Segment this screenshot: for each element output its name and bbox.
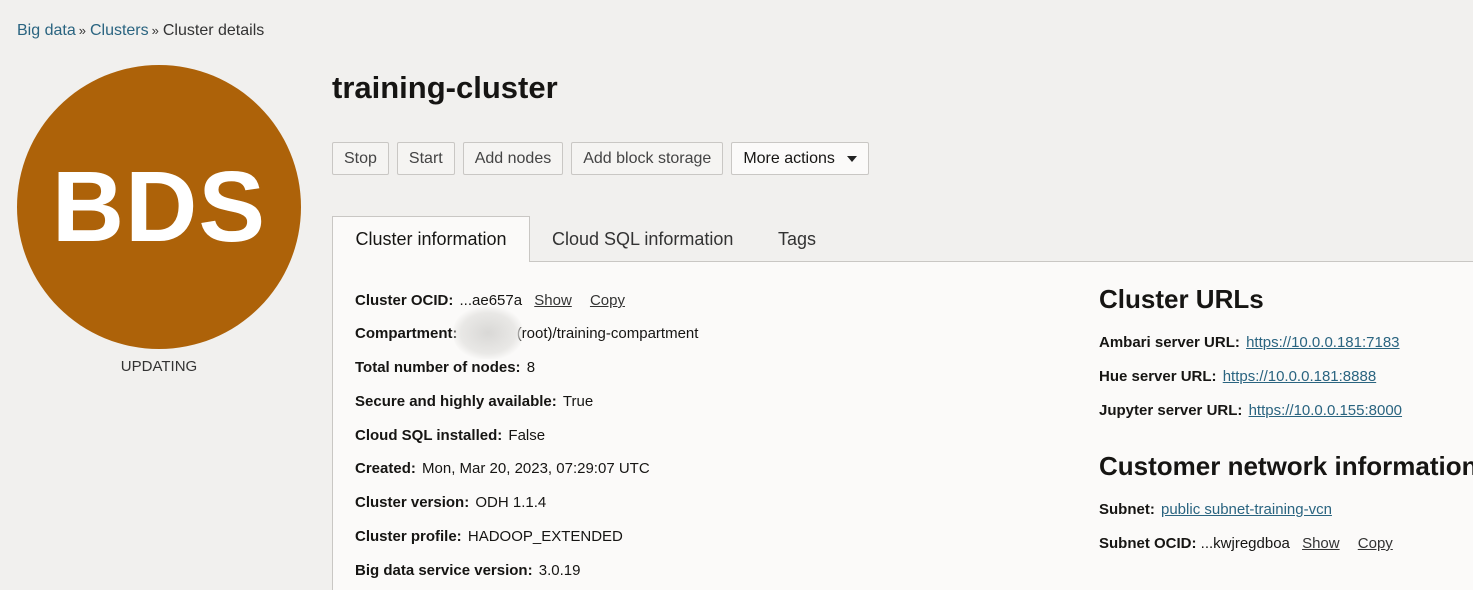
cluster-profile-label: Cluster profile: bbox=[355, 528, 462, 545]
more-actions-button[interactable]: More actions bbox=[731, 142, 869, 175]
cloud-sql-label: Cloud SQL installed: bbox=[355, 427, 503, 444]
page-title: training-cluster bbox=[332, 70, 558, 105]
tab-cloud-sql-information[interactable]: Cloud SQL information bbox=[552, 216, 733, 262]
stop-button[interactable]: Stop bbox=[332, 142, 389, 175]
tab-bar: Cluster information Cloud SQL informatio… bbox=[332, 216, 1473, 263]
breadcrumb-clusters-link[interactable]: Clusters bbox=[90, 22, 149, 39]
total-nodes-field: Total number of nodes: 8 bbox=[355, 359, 535, 376]
subnet-label: Subnet: bbox=[1099, 501, 1155, 518]
compartment-value: (root)/training-compartment bbox=[516, 325, 699, 342]
cluster-version-label: Cluster version: bbox=[355, 494, 470, 511]
cluster-version-value: ODH 1.1.4 bbox=[475, 494, 547, 511]
hue-url-field: Hue server URL: https://10.0.0.181:8888 bbox=[1099, 368, 1376, 385]
breadcrumb-separator: » bbox=[151, 23, 159, 38]
caret-down-icon bbox=[846, 155, 857, 162]
cluster-ocid-label: Cluster OCID: bbox=[355, 292, 454, 309]
cluster-ocid-copy-link[interactable]: Copy bbox=[590, 292, 625, 309]
cluster-profile-value: HADOOP_EXTENDED bbox=[467, 528, 623, 545]
subnet-field: Subnet: public subnet-training-vcn bbox=[1099, 501, 1332, 518]
redaction-blur bbox=[453, 307, 523, 359]
network-heading: Customer network information bbox=[1099, 451, 1473, 481]
cluster-badge: BDS bbox=[17, 65, 301, 349]
hue-url-link[interactable]: https://10.0.0.181:8888 bbox=[1223, 368, 1376, 385]
jupyter-url-field: Jupyter server URL: https://10.0.0.155:8… bbox=[1099, 402, 1402, 419]
add-nodes-button[interactable]: Add nodes bbox=[462, 142, 564, 175]
ambari-url-field: Ambari server URL: https://10.0.0.181:71… bbox=[1099, 334, 1400, 351]
compartment-field: Compartment: (root)/training-compartment bbox=[355, 325, 698, 342]
badge-text: BDS bbox=[51, 151, 267, 263]
subnet-ocid-label: Subnet OCID: bbox=[1099, 535, 1197, 552]
subnet-ocid-value: ...kwjregdboa bbox=[1200, 535, 1290, 552]
bds-version-value: 3.0.19 bbox=[538, 562, 581, 579]
subnet-ocid-copy-link[interactable]: Copy bbox=[1358, 535, 1393, 552]
jupyter-url-label: Jupyter server URL: bbox=[1099, 402, 1243, 419]
created-field: Created: Mon, Mar 20, 2023, 07:29:07 UTC bbox=[355, 460, 650, 477]
ambari-url-link[interactable]: https://10.0.0.181:7183 bbox=[1246, 334, 1399, 351]
created-label: Created: bbox=[355, 460, 416, 477]
subnet-link[interactable]: public subnet-training-vcn bbox=[1161, 501, 1332, 518]
breadcrumb: Big data» Clusters» Cluster details bbox=[17, 22, 264, 40]
add-block-storage-button[interactable]: Add block storage bbox=[571, 142, 724, 175]
subnet-ocid-field: Subnet OCID: ...kwjregdboa Show Copy bbox=[1099, 535, 1393, 552]
bds-version-field: Big data service version: 3.0.19 bbox=[355, 562, 580, 579]
created-value: Mon, Mar 20, 2023, 07:29:07 UTC bbox=[422, 460, 650, 477]
status-label: UPDATING bbox=[120, 358, 198, 375]
action-toolbar: Stop Start Add nodes Add block storage M… bbox=[332, 142, 869, 175]
breadcrumb-big-data-link[interactable]: Big data bbox=[17, 22, 76, 39]
cluster-profile-field: Cluster profile: HADOOP_EXTENDED bbox=[355, 528, 623, 545]
cloud-sql-field: Cloud SQL installed: False bbox=[355, 427, 545, 444]
total-nodes-value: 8 bbox=[526, 359, 536, 376]
cluster-version-field: Cluster version: ODH 1.1.4 bbox=[355, 494, 546, 511]
tab-cluster-information[interactable]: Cluster information bbox=[332, 216, 530, 263]
cluster-ocid-show-link[interactable]: Show bbox=[534, 292, 572, 309]
secure-ha-label: Secure and highly available: bbox=[355, 393, 557, 410]
total-nodes-label: Total number of nodes: bbox=[355, 359, 521, 376]
bds-version-label: Big data service version: bbox=[355, 562, 533, 579]
cluster-urls-heading: Cluster URLs bbox=[1099, 284, 1264, 314]
page: Big data» Clusters» Cluster details BDS UP… bbox=[0, 0, 1473, 590]
tab-tags[interactable]: Tags bbox=[778, 216, 816, 262]
start-button[interactable]: Start bbox=[396, 142, 455, 175]
secure-ha-value: True bbox=[562, 393, 594, 410]
more-actions-label: More actions bbox=[743, 149, 835, 167]
breadcrumb-current: Cluster details bbox=[162, 22, 265, 39]
cloud-sql-value: False bbox=[508, 427, 546, 444]
jupyter-url-link[interactable]: https://10.0.0.155:8000 bbox=[1249, 402, 1402, 419]
hue-url-label: Hue server URL: bbox=[1099, 368, 1217, 385]
secure-ha-field: Secure and highly available: True bbox=[355, 393, 593, 410]
breadcrumb-separator: » bbox=[78, 23, 86, 38]
subnet-ocid-show-link[interactable]: Show bbox=[1302, 535, 1340, 552]
compartment-label: Compartment: bbox=[355, 325, 458, 342]
ambari-url-label: Ambari server URL: bbox=[1099, 334, 1240, 351]
